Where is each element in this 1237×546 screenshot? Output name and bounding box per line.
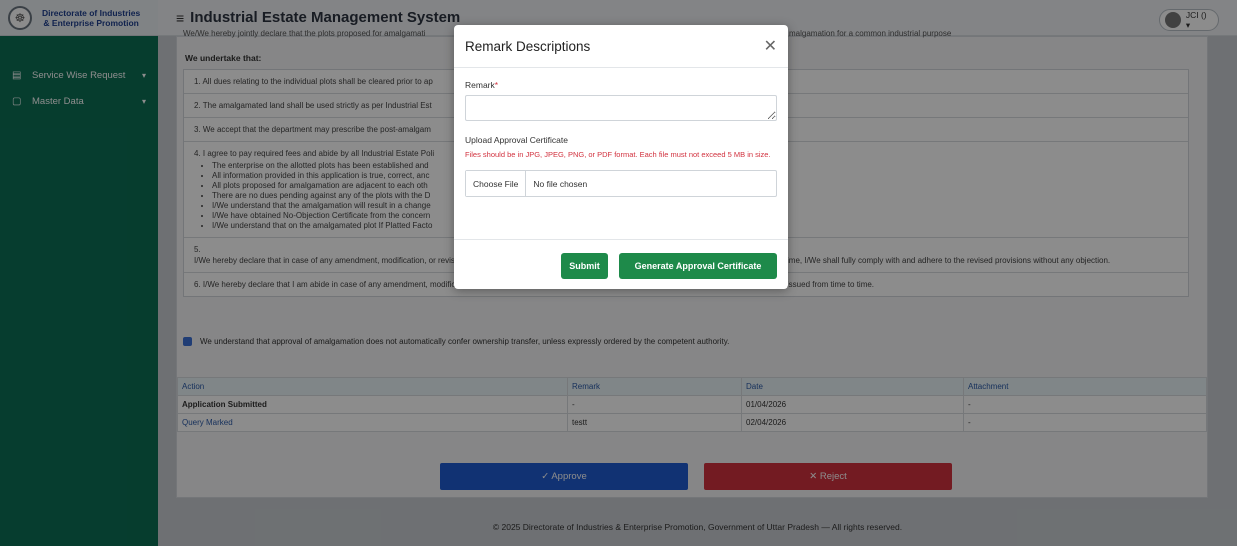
remark-textarea[interactable] (465, 95, 777, 121)
modal-body: Remark* Upload Approval Certificate File… (454, 68, 788, 197)
upload-label: Upload Approval Certificate (465, 135, 569, 145)
choose-file-button[interactable]: Choose File (466, 171, 527, 196)
submit-button[interactable]: Submit (561, 253, 608, 279)
remark-label: Remark* (465, 80, 499, 90)
required-mark: * (494, 80, 499, 90)
file-name-text: No file chosen (533, 178, 588, 189)
generate-certificate-button[interactable]: Generate Approval Certificate (619, 253, 777, 279)
remark-modal: Remark Descriptions ✕ Remark* Upload App… (454, 25, 788, 289)
close-icon[interactable]: ✕ (764, 36, 777, 56)
modal-title: Remark Descriptions (465, 38, 591, 54)
modal-footer: Submit Generate Approval Certificate (454, 239, 788, 289)
modal-header: Remark Descriptions ✕ (454, 25, 788, 68)
file-input[interactable]: Choose File No file chosen (465, 170, 777, 197)
upload-hint: Files should be in JPG, JPEG, PNG, or PD… (465, 150, 771, 159)
